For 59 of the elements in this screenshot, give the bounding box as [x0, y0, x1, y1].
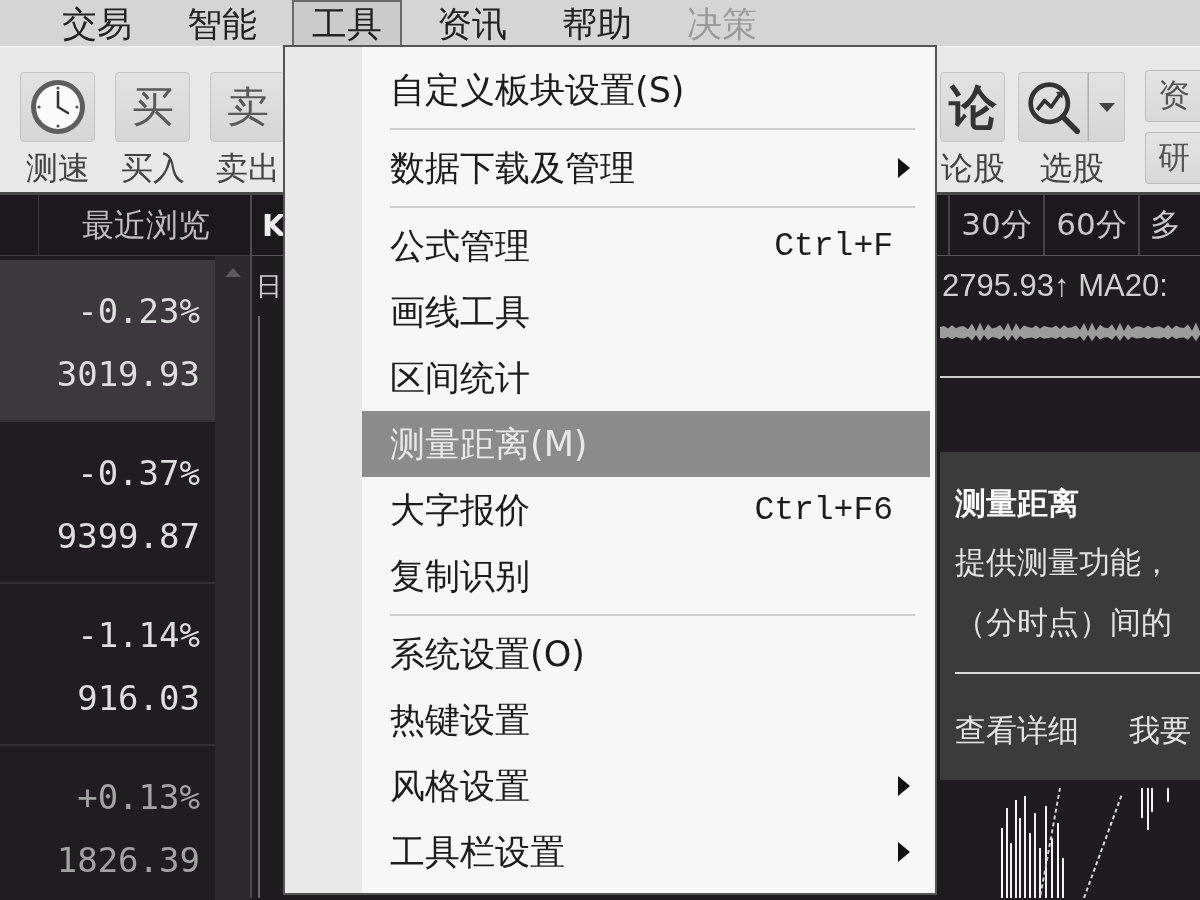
menu-item[interactable]: 复制识别: [362, 543, 930, 609]
clock-icon: [29, 79, 86, 135]
shortcut-text: Ctrl+F6: [754, 491, 893, 529]
price-text: 1826.39: [56, 839, 200, 882]
dropdown-button[interactable]: [1088, 72, 1125, 142]
submenu-arrow-icon: [898, 776, 910, 796]
menu-item[interactable]: 区间统计: [362, 345, 930, 411]
toolbar-button[interactable]: [1018, 72, 1088, 142]
submenu-arrow-icon: [898, 158, 910, 178]
menu-item[interactable]: 大字报价 Ctrl+F6: [362, 477, 930, 543]
button-label: 选股: [1039, 150, 1104, 186]
tooltip-title: 测量距离: [955, 484, 1079, 523]
toolbar-button[interactable]: [20, 72, 95, 142]
period-tab[interactable]: 30分: [948, 195, 1043, 255]
change-text: +0.13%: [77, 776, 200, 819]
menu-item[interactable]: 工具栏设置: [362, 819, 930, 885]
toolbar-button[interactable]: 资: [1145, 70, 1200, 122]
period-tab[interactable]: 60分: [1043, 195, 1138, 255]
menu-item[interactable]: 自定义板块设置(S): [362, 57, 930, 123]
period-tab[interactable]: 多: [1138, 195, 1200, 255]
menu-item[interactable]: 数据下载及管理: [362, 135, 930, 201]
menu-bar-item[interactable]: 工具: [292, 0, 402, 46]
button-label: 测速: [25, 150, 90, 186]
indicator-text: 2795.93↑ MA20:: [941, 268, 1168, 304]
menu-item[interactable]: 公式管理 Ctrl+F: [362, 213, 930, 279]
menu-bar-item[interactable]: 智能: [167, 0, 277, 46]
quote-row[interactable]: -0.23% 3019.93: [0, 260, 215, 422]
toolbar-button[interactable]: 论: [940, 72, 1005, 142]
shortcut-text: Ctrl+F: [774, 227, 893, 265]
menu-bar-item[interactable]: 帮助: [542, 0, 652, 46]
toolbar-button[interactable]: 卖: [210, 72, 285, 142]
menu-item[interactable]: 系统设置(O): [362, 621, 930, 687]
price-text: 916.03: [77, 677, 200, 720]
trend-magnifier-icon: [1026, 80, 1080, 134]
tooltip-link[interactable]: 我要: [1129, 710, 1191, 750]
button-label: 买入: [120, 150, 185, 186]
change-text: -0.23%: [77, 290, 200, 333]
menu-item[interactable]: 画线工具: [362, 279, 930, 345]
button-label: 论股: [940, 150, 1005, 186]
tooltip-text: 提供测量功能，: [955, 543, 1172, 582]
change-text: -1.14%: [77, 614, 200, 657]
menu-bar-item[interactable]: 资讯: [417, 0, 527, 46]
price-text: 9399.87: [56, 515, 200, 558]
column-header: 最近浏览: [81, 205, 211, 246]
toolbar-button[interactable]: 买: [115, 72, 190, 142]
price-text: 3019.93: [56, 353, 200, 396]
toolbar-button[interactable]: 研: [1145, 132, 1200, 184]
tooltip-text: （分时点）间的: [955, 603, 1172, 642]
menu-item[interactable]: 风格设置: [362, 753, 930, 819]
menu-item[interactable]: 热键设置: [362, 687, 930, 753]
menu-bar-item[interactable]: 交易: [42, 0, 152, 46]
period-label: 日: [255, 269, 282, 303]
change-text: -0.37%: [77, 452, 200, 495]
tooltip-link[interactable]: 查看详细: [955, 710, 1079, 750]
caret-icon: [1098, 102, 1115, 112]
button-label: 卖出: [215, 150, 280, 186]
scrollbar-track[interactable]: [215, 256, 250, 900]
chart-title: K: [261, 207, 286, 243]
submenu-arrow-icon: [898, 842, 910, 862]
